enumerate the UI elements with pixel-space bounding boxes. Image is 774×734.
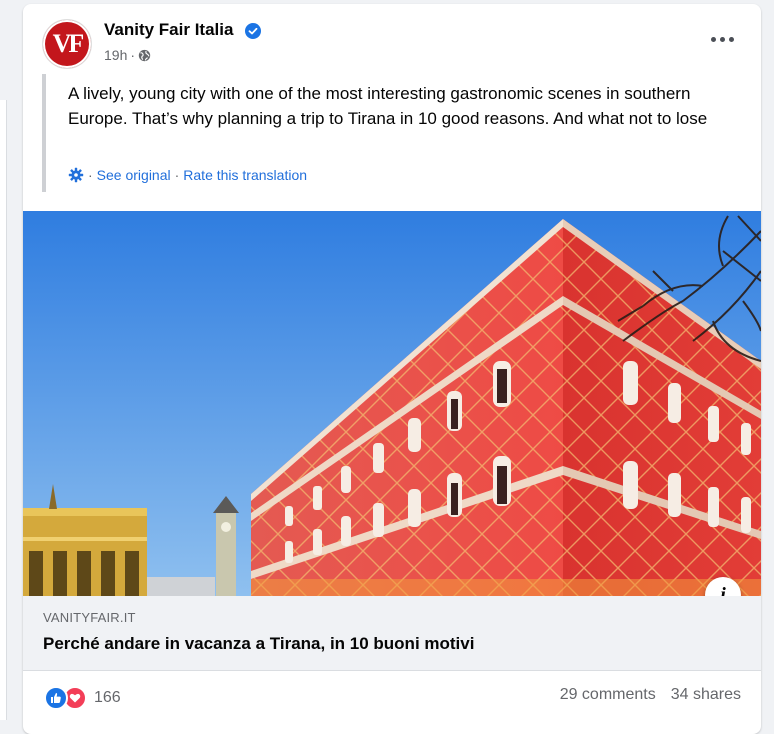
post-card: VF Vanity Fair Italia 19h · A lively, yo…	[23, 4, 761, 734]
page-avatar[interactable]: VF	[43, 20, 91, 68]
shares-count-link[interactable]: 34 shares	[671, 686, 741, 704]
translation-separator: ·	[88, 167, 93, 183]
globe-icon[interactable]	[138, 49, 151, 62]
page-name-link[interactable]: Vanity Fair Italia	[104, 20, 233, 40]
rate-translation-link[interactable]: Rate this translation	[183, 167, 307, 183]
dot-icon	[728, 36, 734, 42]
dot-icon	[719, 36, 725, 42]
reactions-summary[interactable]: 166	[44, 686, 121, 710]
translation-links: · See original · Rate this translation	[68, 167, 307, 183]
tirana-building-photo	[23, 211, 761, 596]
more-options-button[interactable]	[708, 32, 736, 46]
meta-separator: ·	[130, 47, 136, 63]
post-timestamp[interactable]: 19h	[104, 47, 127, 63]
see-original-link[interactable]: See original	[97, 167, 171, 183]
link-domain: VANITYFAIR.IT	[43, 610, 136, 625]
link-preview-box[interactable]: VANITYFAIR.IT Perché andare in vacanza a…	[23, 596, 761, 671]
engagement-counts: 29 comments 34 shares	[560, 686, 741, 704]
post-meta: 19h ·	[104, 47, 151, 63]
like-reaction-icon	[44, 686, 68, 710]
translation-separator: ·	[174, 167, 180, 183]
gear-icon	[68, 167, 84, 183]
comments-count-link[interactable]: 29 comments	[560, 686, 656, 704]
translation-quote-bar	[42, 74, 46, 192]
verified-badge-icon	[245, 23, 261, 39]
left-panel-edge	[0, 100, 7, 720]
link-title[interactable]: Perché andare in vacanza a Tirana, in 10…	[43, 634, 474, 654]
reaction-count: 166	[94, 689, 121, 706]
post-footer: 166 29 comments 34 shares	[23, 670, 761, 726]
link-preview-image[interactable]	[23, 211, 761, 596]
post-text: A lively, young city with one of the mos…	[68, 84, 708, 128]
dot-icon	[710, 36, 716, 42]
